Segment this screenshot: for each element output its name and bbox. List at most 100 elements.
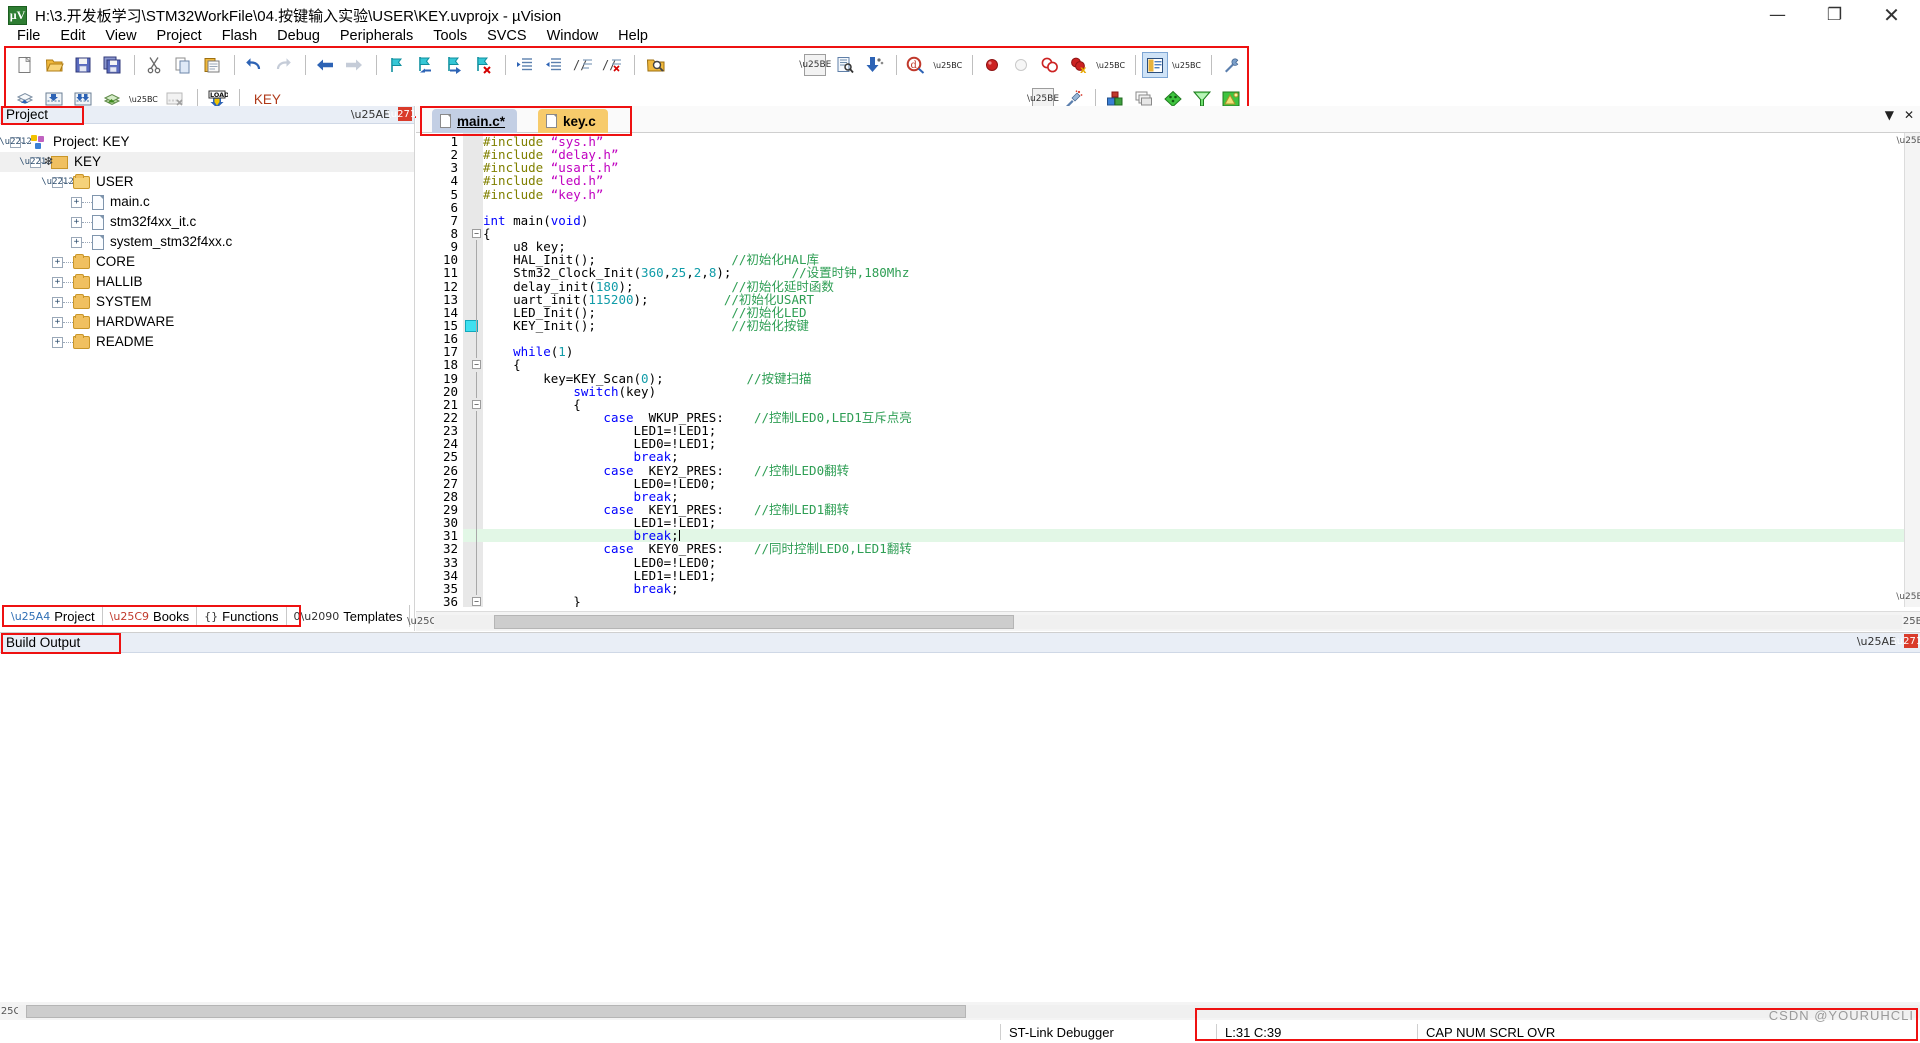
paste-icon[interactable] — [199, 52, 225, 78]
breakpoint-insert-icon[interactable] — [979, 52, 1005, 78]
editor-vertical-scrollbar[interactable]: \u25B2 \u25BC — [1896, 133, 1920, 607]
gutter-cell[interactable] — [463, 450, 483, 464]
expander-icon[interactable]: + — [52, 316, 63, 328]
scroll-down-icon[interactable]: \u25BC — [1896, 589, 1920, 605]
indent-right-icon[interactable] — [512, 52, 538, 78]
pin-icon[interactable]: \u25AE — [1857, 635, 1896, 648]
menu-item-tools[interactable]: Tools — [423, 27, 477, 45]
cut-icon[interactable] — [141, 52, 167, 78]
breakpoint-dropdown-caret[interactable]: \u25BC — [1096, 61, 1125, 70]
fold-toggle-icon[interactable]: − — [472, 399, 481, 409]
code-line[interactable]: LED1=!LED1; — [483, 569, 1920, 582]
code-line[interactable]: break; — [483, 582, 1920, 595]
chevron-down-icon[interactable]: ▼ — [1885, 108, 1894, 122]
expander-icon[interactable]: + — [52, 336, 63, 348]
gutter-cell[interactable] — [463, 476, 483, 490]
tree-item-target-key[interactable]: \u2212 KEY — [0, 152, 414, 172]
gutter-cell[interactable] — [463, 188, 483, 201]
build-hscroll-thumb[interactable] — [26, 1004, 966, 1018]
code-line[interactable] — [483, 201, 1920, 214]
code-line[interactable]: } — [483, 595, 1920, 607]
editor-tab-main-c[interactable]: main.c* — [432, 109, 518, 133]
menu-item-window[interactable]: Window — [537, 27, 609, 45]
fold-toggle-icon[interactable]: − — [472, 360, 481, 370]
gutter-cell[interactable] — [463, 174, 483, 187]
expander-icon[interactable]: + — [71, 196, 82, 208]
gutter-cell[interactable]: − — [463, 398, 483, 411]
configure-target-icon[interactable] — [1218, 52, 1244, 78]
build-output-content[interactable] — [0, 653, 1920, 998]
gutter-cell[interactable] — [463, 279, 483, 293]
code-line[interactable]: #include “led.h” — [483, 174, 1920, 187]
breakpoint-disable-all-icon[interactable] — [1037, 52, 1063, 78]
batch-build-dropdown-caret[interactable]: \u25BC — [129, 95, 158, 104]
menu-item-svcs[interactable]: SVCS — [477, 27, 537, 45]
tab-project[interactable]: \u25A4 Project — [4, 605, 103, 627]
code-line[interactable]: key=KEY_Scan(0); //按键扫描 — [483, 371, 1920, 385]
tab-books[interactable]: \u25C9 Books — [102, 605, 198, 627]
gutter-cell[interactable] — [463, 516, 483, 530]
gutter-cell[interactable] — [463, 148, 483, 161]
gutter-cell[interactable]: − — [463, 358, 483, 371]
gutter-cell[interactable] — [463, 161, 483, 174]
gutter-cell[interactable] — [463, 568, 483, 582]
bookmark-next-icon[interactable] — [441, 52, 467, 78]
undo-icon[interactable] — [241, 52, 267, 78]
expander-icon[interactable]: + — [52, 276, 63, 288]
incremental-find-icon[interactable] — [861, 52, 887, 78]
tab-templates[interactable]: 0\u2090 Templates — [286, 605, 411, 627]
tree-item-file-stm32f4xx-it-c[interactable]: + stm32f4xx_it.c — [0, 212, 414, 232]
menu-item-help[interactable]: Help — [608, 27, 658, 45]
fold-toggle-icon[interactable]: − — [472, 228, 481, 238]
expander-icon[interactable]: \u2212 — [41, 176, 74, 188]
gutter-cell[interactable] — [463, 318, 483, 333]
gutter-cell[interactable] — [463, 135, 483, 148]
code-line[interactable]: LED0=!LED1; — [483, 437, 1920, 450]
gutter-cell[interactable] — [463, 424, 483, 438]
copy-icon[interactable] — [170, 52, 196, 78]
gutter-cell[interactable] — [463, 463, 483, 477]
gutter-cell[interactable] — [463, 305, 483, 319]
expander-icon[interactable]: \u2212 — [0, 136, 32, 148]
menu-item-debug[interactable]: Debug — [267, 27, 330, 45]
save-icon[interactable] — [70, 52, 96, 78]
editor-tab-key-c[interactable]: key.c — [538, 109, 608, 133]
tree-item-group-readme[interactable]: + README — [0, 332, 414, 352]
window-layout-dropdown-caret[interactable]: \u25BC — [1172, 61, 1201, 70]
gutter-cell[interactable] — [463, 266, 483, 280]
code-line[interactable]: switch(key) — [483, 385, 1920, 398]
gutter-cell[interactable] — [463, 332, 483, 346]
build-horizontal-scrollbar[interactable]: \u25C0 — [0, 1002, 1920, 1020]
tree-item-group-user[interactable]: \u2212 USER — [0, 172, 414, 192]
bookmark-prev-icon[interactable] — [412, 52, 438, 78]
uncomment-icon[interactable]: // — [599, 52, 625, 78]
tree-item-group-system[interactable]: + SYSTEM — [0, 292, 414, 312]
gutter-cell[interactable] — [463, 253, 483, 267]
close-icon[interactable]: \u2715 — [1893, 634, 1920, 648]
bookmark-clear-icon[interactable] — [470, 52, 496, 78]
comment-icon[interactable]: // — [570, 52, 596, 78]
open-file-icon[interactable] — [41, 52, 67, 78]
code-line[interactable]: #include “usart.h” — [483, 161, 1920, 174]
tree-item-file-system-stm32f4xx-c[interactable]: + system_stm32f4xx.c — [0, 232, 414, 252]
menu-item-project[interactable]: Project — [147, 27, 212, 45]
find-icon[interactable] — [832, 52, 858, 78]
bookmark-toggle-icon[interactable] — [383, 52, 409, 78]
pin-icon[interactable]: \u25AE — [351, 108, 390, 121]
tab-functions[interactable]: {} Functions — [197, 605, 287, 627]
tree-item-group-core[interactable]: + CORE — [0, 252, 414, 272]
gutter-cell[interactable] — [463, 384, 483, 398]
gutter-cell[interactable] — [463, 410, 483, 425]
editor-horizontal-scrollbar[interactable]: \u25C0 \u25B6 — [407, 611, 1920, 631]
expander-icon[interactable]: \u2212 — [19, 156, 52, 168]
gutter-cell[interactable] — [463, 502, 483, 517]
expander-icon[interactable]: + — [71, 236, 82, 248]
menu-item-view[interactable]: View — [95, 27, 146, 45]
gutter-cell[interactable]: − — [463, 595, 483, 607]
hscroll-track[interactable] — [434, 614, 1902, 629]
breakpoint-disable-icon[interactable] — [1008, 52, 1034, 78]
menu-item-flash[interactable]: Flash — [212, 27, 267, 45]
gutter-cell[interactable] — [463, 437, 483, 451]
code-line[interactable]: LED1=!LED1; — [483, 516, 1920, 529]
scroll-left-icon[interactable]: \u25C0 — [0, 1002, 27, 1020]
